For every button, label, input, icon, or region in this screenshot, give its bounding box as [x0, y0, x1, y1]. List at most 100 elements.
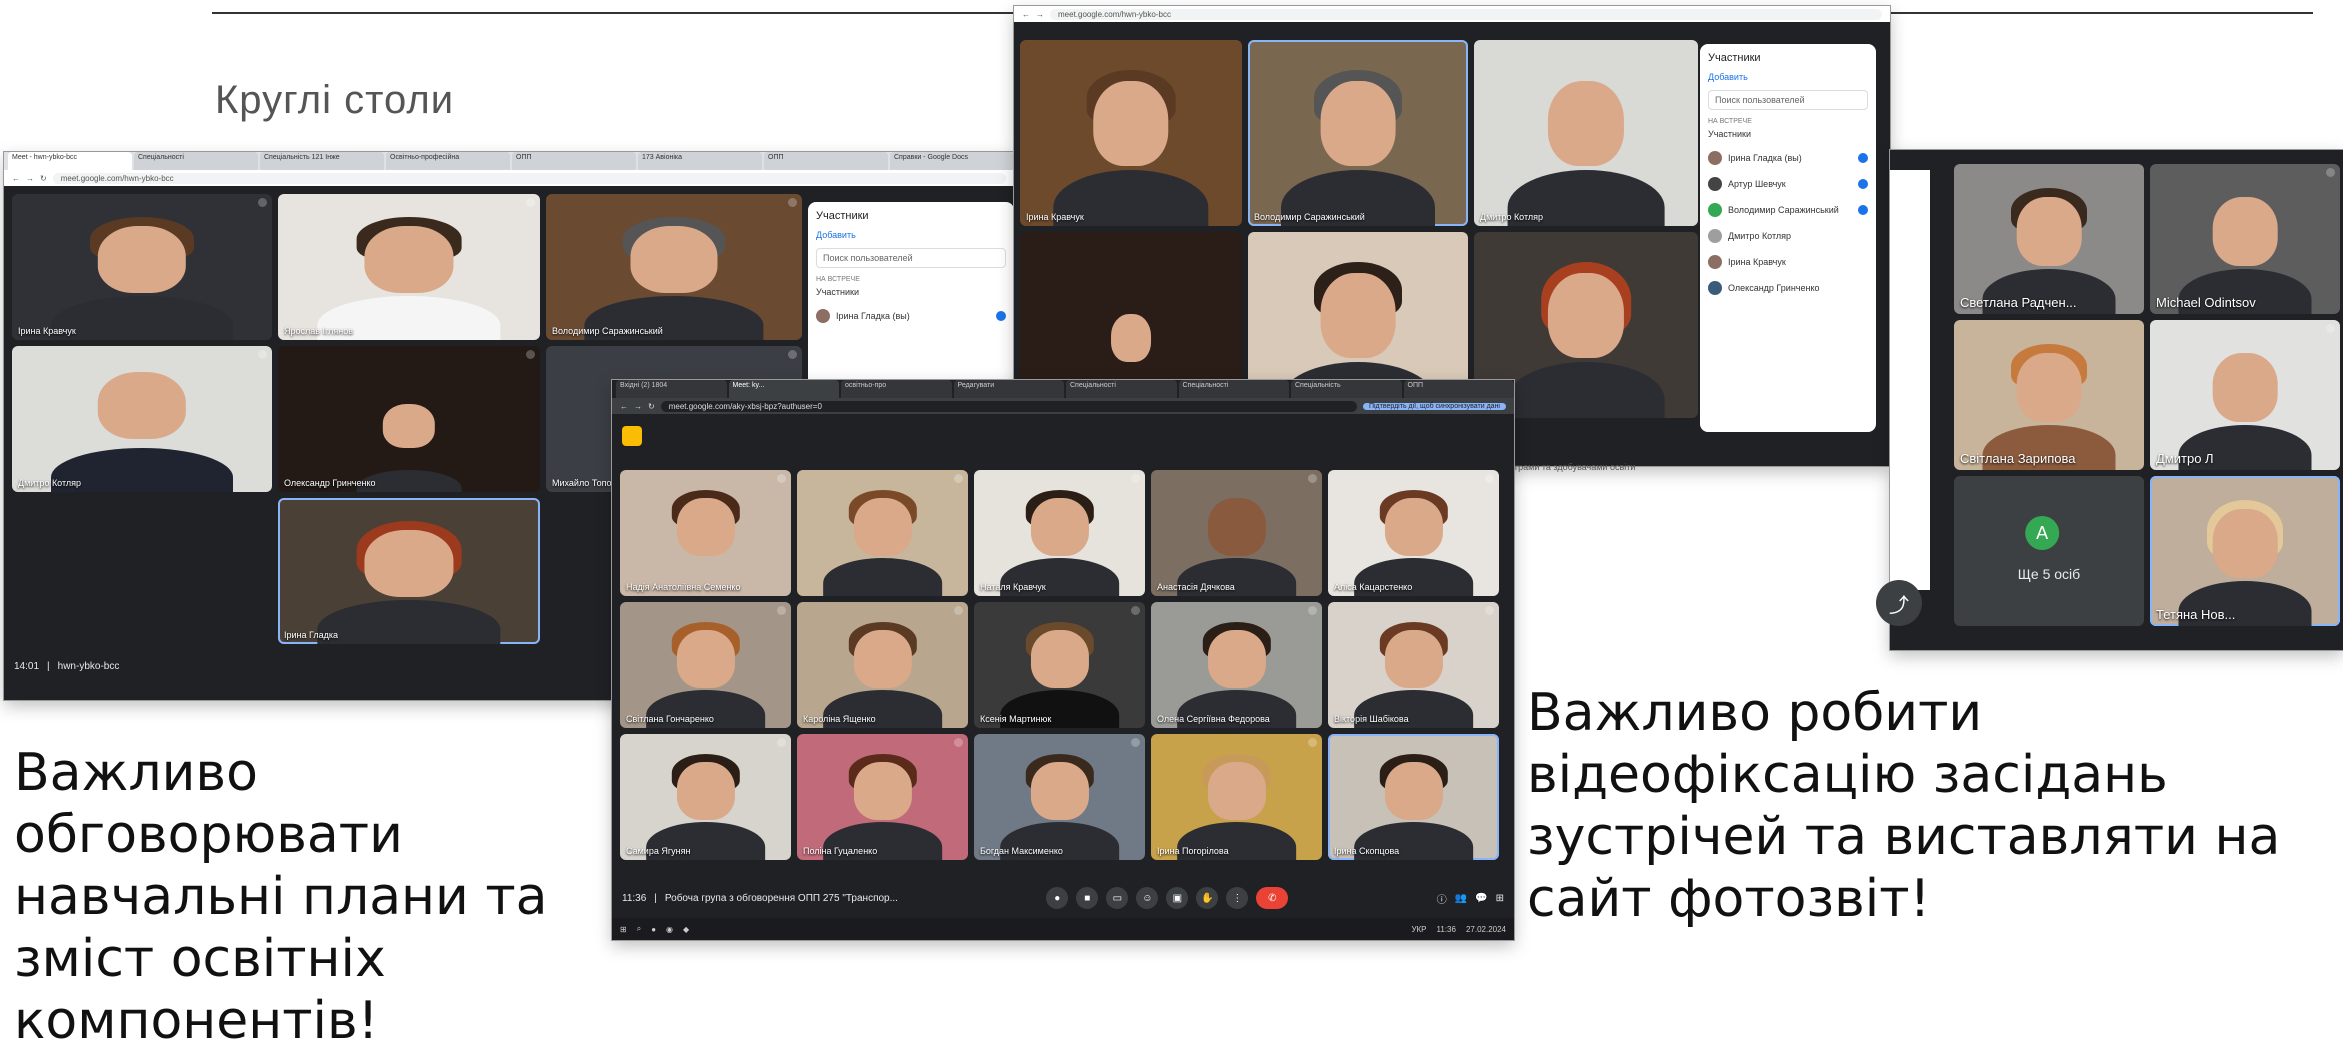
- more-icon[interactable]: ⋮: [1226, 887, 1249, 909]
- participant-tile[interactable]: Ірина Кравчук: [1020, 40, 1242, 226]
- participant-row[interactable]: Ірина Гладка (вы): [816, 303, 1006, 329]
- activities-icon[interactable]: ⊞: [1496, 893, 1504, 904]
- back-icon[interactable]: ←: [620, 402, 628, 411]
- caption-right: Важливо робити відеофіксацію засідань зу…: [1527, 683, 2281, 929]
- participant-name: Володимир Саражинський: [552, 326, 663, 336]
- people-icon[interactable]: 👥: [1455, 893, 1467, 904]
- browser-tab[interactable]: Справки - Google Docs: [890, 152, 1014, 170]
- participant-tile[interactable]: Наталя Кравчук: [974, 470, 1145, 596]
- browser-tab[interactable]: Спеціальності: [1178, 380, 1289, 398]
- captions-icon[interactable]: ▭: [1106, 887, 1129, 909]
- panel-title: Участники: [816, 210, 869, 222]
- browser-tab[interactable]: Освітньо-професійна: [386, 152, 510, 170]
- browser-tab[interactable]: Редагувати: [953, 380, 1064, 398]
- browser-tab[interactable]: Meet: ky...: [728, 380, 839, 398]
- taskbar-app-icon[interactable]: ◉: [666, 925, 673, 934]
- info-icon[interactable]: ⓘ: [1437, 891, 1447, 906]
- participant-tile[interactable]: Дмитро Котляр: [1474, 40, 1698, 226]
- participant-tile[interactable]: Надія Анатоліївна Семенко: [620, 470, 791, 596]
- participant-tile[interactable]: Анастасія Дячкова: [1151, 470, 1322, 596]
- participant-row[interactable]: Дмитро Котляр: [1708, 223, 1868, 249]
- browser-tab[interactable]: Спеціальності: [1066, 380, 1177, 398]
- hangup-icon[interactable]: ✆: [1256, 887, 1289, 909]
- participant-tile[interactable]: Ірина Гладка: [278, 498, 540, 644]
- forward-icon[interactable]: →: [26, 174, 34, 183]
- search-input[interactable]: Поиск пользователей: [816, 248, 1006, 268]
- speaking-icon: [1858, 205, 1868, 215]
- browser-tab[interactable]: Спеціальність: [1291, 380, 1402, 398]
- browser-tab[interactable]: 173 Авіоніка: [638, 152, 762, 170]
- present-icon[interactable]: ▣: [1166, 887, 1189, 909]
- url-field[interactable]: meet.google.com/hwn-ybko-bcc: [1050, 8, 1882, 20]
- participant-tile[interactable]: Світлана Гончаренко: [620, 602, 791, 728]
- sync-notice[interactable]: Підтвердіть дії, щоб синхронізувати дані: [1362, 402, 1506, 410]
- participant-tile[interactable]: Michael Odintsov: [2150, 164, 2340, 314]
- browser-tab[interactable]: Спеціальності: [134, 152, 258, 170]
- participant-tile[interactable]: Ірина Погорілова: [1151, 734, 1322, 860]
- emoji-icon[interactable]: ☺: [1136, 887, 1159, 909]
- participant-tile[interactable]: Ірина Скопцова: [1328, 734, 1499, 860]
- participant-row[interactable]: Артур Шевчук: [1708, 171, 1868, 197]
- participant-tile[interactable]: Олена Сергіївна Федорова: [1151, 602, 1322, 728]
- participant-tile[interactable]: Ярослав Іглянов: [278, 194, 540, 340]
- address-bar: ← → meet.google.com/hwn-ybko-bcc: [1014, 6, 1890, 22]
- share-icon[interactable]: ⤴: [1876, 580, 1922, 626]
- chat-icon[interactable]: 💬: [1475, 893, 1487, 904]
- participant-tile[interactable]: Ірина Кравчук: [12, 194, 272, 340]
- url-field[interactable]: meet.google.com/aky-xbsj-bpz?authuser=0: [660, 400, 1357, 412]
- participant-name: Наталя Кравчук: [980, 582, 1046, 592]
- participant-tile[interactable]: Вікторія Шабікова: [1328, 602, 1499, 728]
- participant-tile[interactable]: Самира Ягунян: [620, 734, 791, 860]
- taskbar-app-icon[interactable]: ●: [651, 925, 656, 934]
- participant-row[interactable]: Ірина Кравчук: [1708, 249, 1868, 275]
- start-icon[interactable]: ⊞: [620, 925, 627, 934]
- browser-tab[interactable]: освітньо-про: [841, 380, 952, 398]
- camera-icon[interactable]: ■: [1076, 887, 1099, 909]
- participant-row[interactable]: Олександр Гринченко: [1708, 275, 1868, 301]
- group-label[interactable]: Участники: [1708, 129, 1868, 139]
- forward-icon[interactable]: →: [1036, 10, 1044, 19]
- participant-tile[interactable]: Дмитро Л: [2150, 320, 2340, 470]
- url-field[interactable]: meet.google.com/hwn-ybko-bcc: [52, 172, 1006, 184]
- participant-tile[interactable]: Володимир Саражинський: [546, 194, 802, 340]
- search-icon[interactable]: ⌕: [637, 924, 641, 934]
- mic-off-icon: [954, 738, 963, 747]
- group-label[interactable]: Участники: [816, 287, 1006, 297]
- participant-tile[interactable]: Тетяна Нов...: [2150, 476, 2340, 626]
- language-indicator[interactable]: УКР: [1411, 925, 1426, 934]
- browser-tab[interactable]: Спеціальність 121 Інже: [260, 152, 384, 170]
- browser-tab[interactable]: ОПП: [1403, 380, 1514, 398]
- participant-tile[interactable]: [797, 470, 968, 596]
- participant-row[interactable]: Володимир Саражинський: [1708, 197, 1868, 223]
- participant-tile[interactable]: Олександр Гринченко: [278, 346, 540, 492]
- back-icon[interactable]: ←: [12, 174, 20, 183]
- browser-tab[interactable]: Вхідні (2) 1804: [616, 380, 727, 398]
- browser-tab[interactable]: Meet - hwn-ybko-bcc: [8, 152, 132, 170]
- participant-tile[interactable]: Ксенія Мартинюк: [974, 602, 1145, 728]
- add-people-button[interactable]: Добавить: [816, 230, 1006, 240]
- search-input[interactable]: Поиск пользователей: [1708, 90, 1868, 110]
- participant-tile[interactable]: Аліса Кацарстенко: [1328, 470, 1499, 596]
- participant-tile[interactable]: Володимир Саражинський: [1248, 40, 1468, 226]
- participant-tile[interactable]: Світлана Зарипова: [1954, 320, 2144, 470]
- add-people-button[interactable]: Добавить: [1708, 72, 1868, 82]
- taskbar-app-icon[interactable]: ◆: [683, 925, 689, 934]
- more-participants-tile[interactable]: A Ще 5 осіб: [1954, 476, 2144, 626]
- participant-tile[interactable]: Дмитро Котляр: [12, 346, 272, 492]
- reload-icon[interactable]: ↻: [648, 402, 655, 411]
- raise-hand-icon[interactable]: ✋: [1196, 887, 1219, 909]
- back-icon[interactable]: ←: [1022, 10, 1030, 19]
- browser-tab[interactable]: ОПП: [512, 152, 636, 170]
- participant-tile[interactable]: Кароліна Ященко: [797, 602, 968, 728]
- reload-icon[interactable]: ↻: [40, 174, 47, 183]
- section-label: НА ВСТРЕЧЕ: [816, 276, 860, 283]
- participant-tile[interactable]: Светлана Радчен...: [1954, 164, 2144, 314]
- browser-tab[interactable]: ОПП: [764, 152, 888, 170]
- mic-icon[interactable]: ●: [1046, 887, 1069, 909]
- participant-tile[interactable]: Богдан Максименко: [974, 734, 1145, 860]
- participant-tile[interactable]: Поліна Гуцаленко: [797, 734, 968, 860]
- mic-off-icon: [1485, 474, 1494, 483]
- participant-row[interactable]: Ірина Гладка (вы): [1708, 145, 1868, 171]
- forward-icon[interactable]: →: [634, 402, 642, 411]
- participant-name: Анастасія Дячкова: [1157, 582, 1235, 592]
